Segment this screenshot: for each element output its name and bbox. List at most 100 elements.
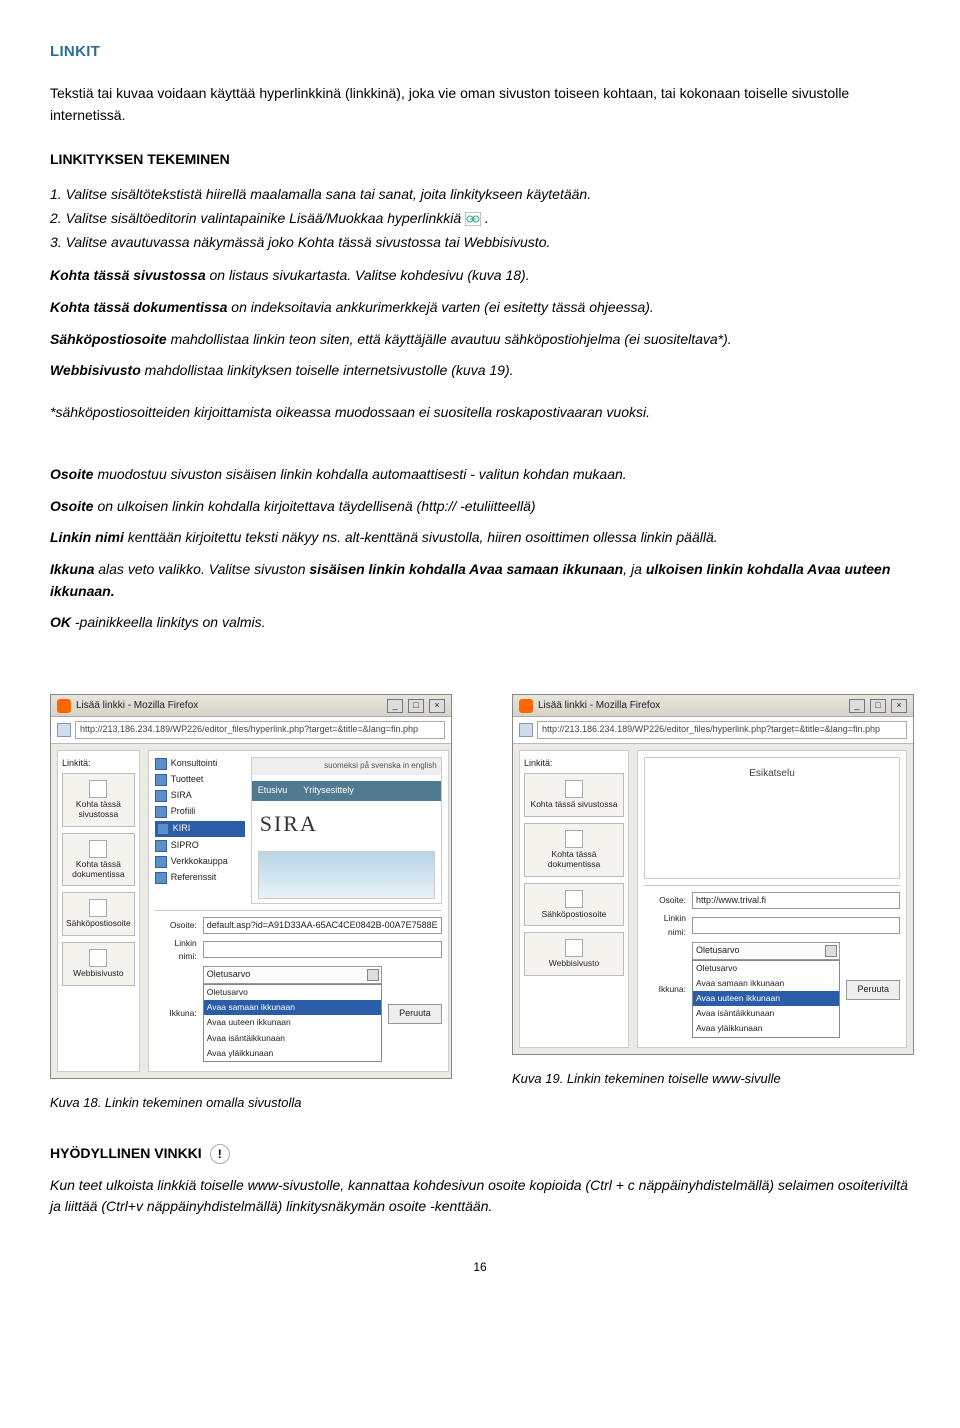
side-sahkoposti[interactable]: Sähköpostiosoite xyxy=(524,883,624,927)
peruuta-button[interactable]: Peruuta xyxy=(846,980,900,1000)
osoite-l1: Osoite muodostuu sivuston sisäisen linki… xyxy=(50,464,910,486)
tree-label: SIPRO xyxy=(171,839,199,853)
tree-item[interactable]: Tuotteet xyxy=(155,773,245,787)
drop-option-selected[interactable]: Avaa uuteen ikkunaan xyxy=(693,991,839,1006)
page-cube-icon xyxy=(155,840,167,852)
drop-option[interactable]: Avaa isäntäikkunaan xyxy=(204,1031,381,1046)
desc-1-r: on listaus sivukartasta. Valitse kohdesi… xyxy=(206,267,530,283)
side-kohta-dokumentissa[interactable]: Kohta tässä dokumentissa xyxy=(524,823,624,877)
page-cube-icon xyxy=(155,774,167,786)
drop-option[interactable]: Avaa isäntäikkunaan xyxy=(693,1006,839,1021)
globe-icon xyxy=(565,939,583,957)
osoite-input[interactable]: default.asp?id=A91D33AA-65AC4CE0842B-00A… xyxy=(203,917,442,934)
heading-tekeminen: LINKITYKSEN TEKEMINEN xyxy=(50,149,910,171)
link-form: Osoite:default.asp?id=A91D33AA-65AC4CE08… xyxy=(155,910,442,1062)
desc-3-r: mahdollistaa linkin teon siten, että käy… xyxy=(167,331,732,347)
tree-item[interactable]: Profiili xyxy=(155,805,245,819)
page-cube-icon xyxy=(155,758,167,770)
tree-item[interactable]: Referenssit xyxy=(155,871,245,885)
page-number: 16 xyxy=(50,1258,910,1277)
maximize-button[interactable]: □ xyxy=(870,699,886,713)
os-l4b2: sisäisen linkin kohdalla Avaa samaan ikk… xyxy=(309,561,623,577)
screenshots-row: Lisää linkki - Mozilla Firefox _ □ × htt… xyxy=(50,694,910,1113)
window-titlebar[interactable]: Lisää linkki - Mozilla Firefox _ □ × xyxy=(51,695,451,718)
os-l4r1: alas veto valikko. Valitse sivuston xyxy=(94,561,309,577)
side-kohta-sivustossa[interactable]: Kohta tässä sivustossa xyxy=(62,773,135,827)
side1-label: Kohta tässä sivustossa xyxy=(531,799,618,809)
intro-text: Tekstiä tai kuvaa voidaan käyttää hyperl… xyxy=(50,83,910,126)
side-webbisivusto[interactable]: Webbisivusto xyxy=(524,932,624,976)
ikkuna-dropdown: Oletusarvo Avaa samaan ikkunaan Avaa uut… xyxy=(203,984,382,1062)
side-kohta-sivustossa[interactable]: Kohta tässä sivustossa xyxy=(524,773,624,817)
osoite-input[interactable]: http://www.trival.fi xyxy=(692,892,900,909)
desc-1-b: Kohta tässä sivustossa xyxy=(50,267,206,283)
link-type-sidebar: Linkitä: Kohta tässä sivustossa Kohta tä… xyxy=(57,750,140,1072)
lang-tabs[interactable]: suomeksi på svenska in english xyxy=(252,758,441,774)
preview-nav: Etusivu Yritysesittely xyxy=(252,781,441,801)
mock-window-19: Lisää linkki - Mozilla Firefox _ □ × htt… xyxy=(512,694,914,1055)
desc-3: Sähköpostiosoite mahdollistaa linkin teo… xyxy=(50,329,910,351)
linkin-nimi-input[interactable] xyxy=(203,941,442,958)
close-button[interactable]: × xyxy=(891,699,907,713)
sitemap-tree: Konsultointi Tuotteet SIRA Profiili KIRI… xyxy=(155,757,245,903)
os-l2b: Osoite xyxy=(50,498,94,514)
desc-4-b: Webbisivusto xyxy=(50,362,141,378)
tree-label: Referenssit xyxy=(171,871,217,885)
window-titlebar[interactable]: Lisää linkki - Mozilla Firefox _ □ × xyxy=(513,695,913,718)
nav-etusivu[interactable]: Etusivu xyxy=(258,784,288,798)
hyperlink-icon xyxy=(465,212,481,226)
esikatselu-label: Esikatselu xyxy=(645,758,899,790)
tree-item[interactable]: Konsultointi xyxy=(155,757,245,771)
ikkuna-label: Ikkuna: xyxy=(155,1007,197,1020)
link-form: Osoite:http://www.trival.fi Linkin nimi:… xyxy=(644,885,900,1037)
exclamation-icon: ! xyxy=(210,1144,230,1164)
drop-option[interactable]: Oletusarvo xyxy=(204,985,381,1000)
minimize-button[interactable]: _ xyxy=(387,699,403,713)
figure-19: Lisää linkki - Mozilla Firefox _ □ × htt… xyxy=(512,694,914,1113)
desc-3-b: Sähköpostiosoite xyxy=(50,331,167,347)
nav-yritysesittely[interactable]: Yritysesittely xyxy=(303,784,354,798)
url-input[interactable]: http://213.186.234.189/WP226/editor_file… xyxy=(537,721,907,739)
step-2-dot: . xyxy=(485,210,489,226)
linkin-nimi-input[interactable] xyxy=(692,917,900,934)
drop-option[interactable]: Oletusarvo xyxy=(693,961,839,976)
osoite-l4: Ikkuna alas veto valikko. Valitse sivust… xyxy=(50,559,910,602)
folder-icon xyxy=(89,780,107,798)
os-l3b: Linkin nimi xyxy=(50,529,124,545)
side-webbisivusto[interactable]: Webbisivusto xyxy=(62,942,135,986)
os-l5r: -painikkeella linkitys on valmis. xyxy=(71,614,266,630)
drop-option-selected[interactable]: Avaa samaan ikkunaan xyxy=(204,1000,381,1015)
minimize-button[interactable]: _ xyxy=(849,699,865,713)
tree-item-selected[interactable]: KIRI xyxy=(155,821,245,837)
ikkuna-dropdown: Oletusarvo Avaa samaan ikkunaan Avaa uut… xyxy=(692,960,840,1038)
drop-option[interactable]: Avaa yläikkunaan xyxy=(204,1046,381,1061)
drop-option[interactable]: Avaa samaan ikkunaan xyxy=(693,976,839,991)
tree-label: Tuotteet xyxy=(171,773,204,787)
side-sahkoposti[interactable]: Sähköpostiosoite xyxy=(62,892,135,936)
drop-option[interactable]: Avaa uuteen ikkunaan xyxy=(204,1015,381,1030)
tree-item[interactable]: SIPRO xyxy=(155,839,245,853)
step-2-text: 2. Valitse sisältöeditorin valintapainik… xyxy=(50,210,465,226)
side-kohta-dokumentissa[interactable]: Kohta tässä dokumentissa xyxy=(62,833,135,887)
url-input[interactable]: http://213.186.234.189/WP226/editor_file… xyxy=(75,721,445,739)
maximize-button[interactable]: □ xyxy=(408,699,424,713)
desc-2-b: Kohta tässä dokumentissa xyxy=(50,299,227,315)
linkita-label: Linkitä: xyxy=(524,757,624,771)
ikkuna-select[interactable]: Oletusarvo xyxy=(203,966,382,984)
tree-item[interactable]: SIRA xyxy=(155,789,245,803)
close-button[interactable]: × xyxy=(429,699,445,713)
caption-19: Kuva 19. Linkin tekeminen toiselle www-s… xyxy=(512,1069,914,1089)
linkin-nimi-label: Linkin nimi: xyxy=(155,937,197,963)
os-l3r: kenttään kirjoitettu teksti näkyy ns. al… xyxy=(124,529,718,545)
heading-vinkki: HYÖDYLLINEN VINKKI xyxy=(50,1143,202,1165)
firefox-icon xyxy=(519,699,533,713)
preview-image xyxy=(258,851,435,899)
drop-option[interactable]: Avaa yläikkunaan xyxy=(693,1021,839,1036)
ikkuna-label: Ikkuna: xyxy=(644,983,686,996)
page-cube-icon xyxy=(155,806,167,818)
tree-item[interactable]: Verkkokauppa xyxy=(155,855,245,869)
chevron-down-icon xyxy=(367,969,379,981)
ikkuna-select[interactable]: Oletusarvo xyxy=(692,942,840,960)
peruuta-button[interactable]: Peruuta xyxy=(388,1004,442,1024)
tree-label: Verkkokauppa xyxy=(171,855,228,869)
